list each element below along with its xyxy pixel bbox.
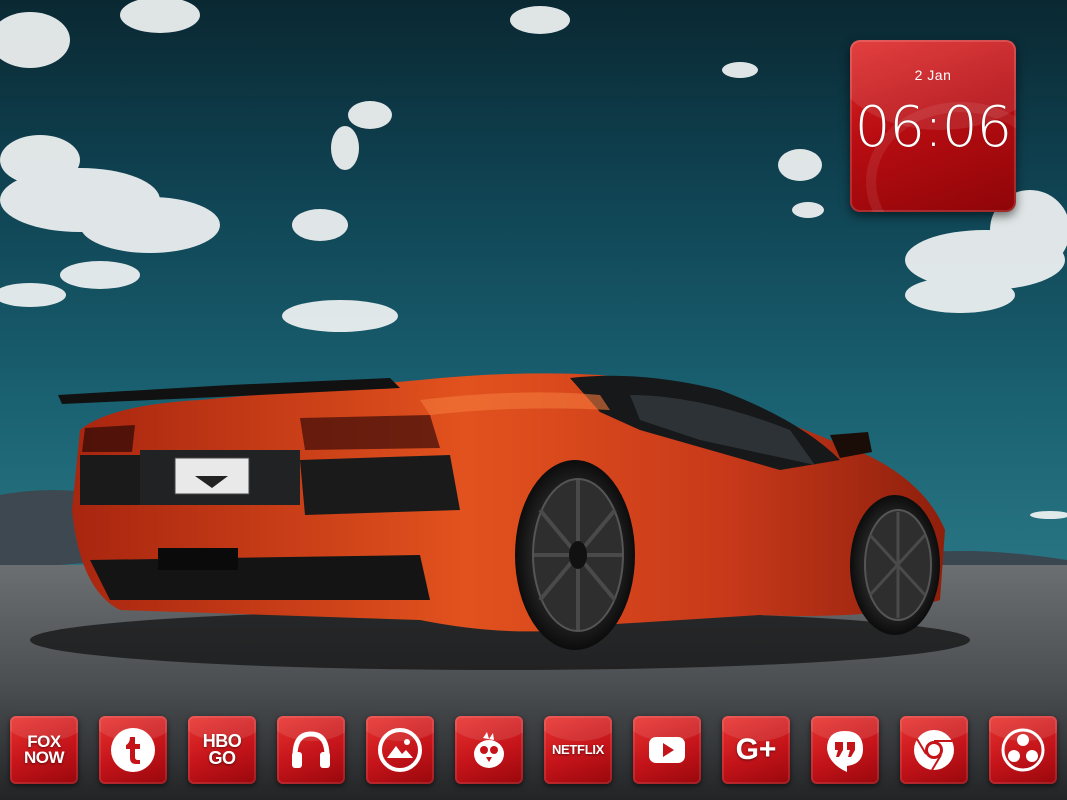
hangouts-app-icon[interactable]	[811, 716, 879, 784]
app-dock: FOX NOW HBO GO NETFLIX G+	[10, 716, 1058, 784]
play-icon	[649, 737, 685, 763]
google-plus-logo: G+	[735, 732, 777, 766]
quote-bubble-icon	[827, 731, 863, 772]
bird-app-icon[interactable]	[455, 716, 523, 784]
youtube-app-icon[interactable]	[633, 716, 701, 784]
headphones-icon	[292, 731, 330, 768]
netflix-logo: NETFLIX	[551, 741, 605, 757]
tumblr-t-icon	[111, 728, 155, 772]
netflix-app-icon[interactable]: NETFLIX	[544, 716, 612, 784]
hbo-go-logo: HBO GO	[203, 732, 242, 768]
chrome-app-icon[interactable]	[900, 716, 968, 784]
music-app-icon[interactable]	[277, 716, 345, 784]
clock-date: 2 Jan	[914, 67, 952, 83]
hbo-go-line2: GO	[208, 748, 236, 768]
fox-now-logo: FOX NOW	[23, 733, 65, 767]
fox-now-app-icon[interactable]: FOX NOW	[10, 716, 78, 784]
dots-icon	[1001, 728, 1045, 772]
fox-now-line2: NOW	[23, 748, 65, 767]
bird-icon	[474, 732, 504, 768]
tumblr-app-icon[interactable]	[99, 716, 167, 784]
hbo-go-app-icon[interactable]: HBO GO	[188, 716, 256, 784]
mountain-photo-icon	[378, 728, 422, 772]
gallery-app-icon[interactable]	[366, 716, 434, 784]
clock-time: 06:06	[854, 95, 1012, 160]
app-drawer-icon[interactable]	[989, 716, 1057, 784]
clock-widget[interactable]: 2 Jan 06:06	[850, 40, 1016, 212]
google-plus-app-icon[interactable]: G+	[722, 716, 790, 784]
chrome-icon	[914, 730, 954, 771]
